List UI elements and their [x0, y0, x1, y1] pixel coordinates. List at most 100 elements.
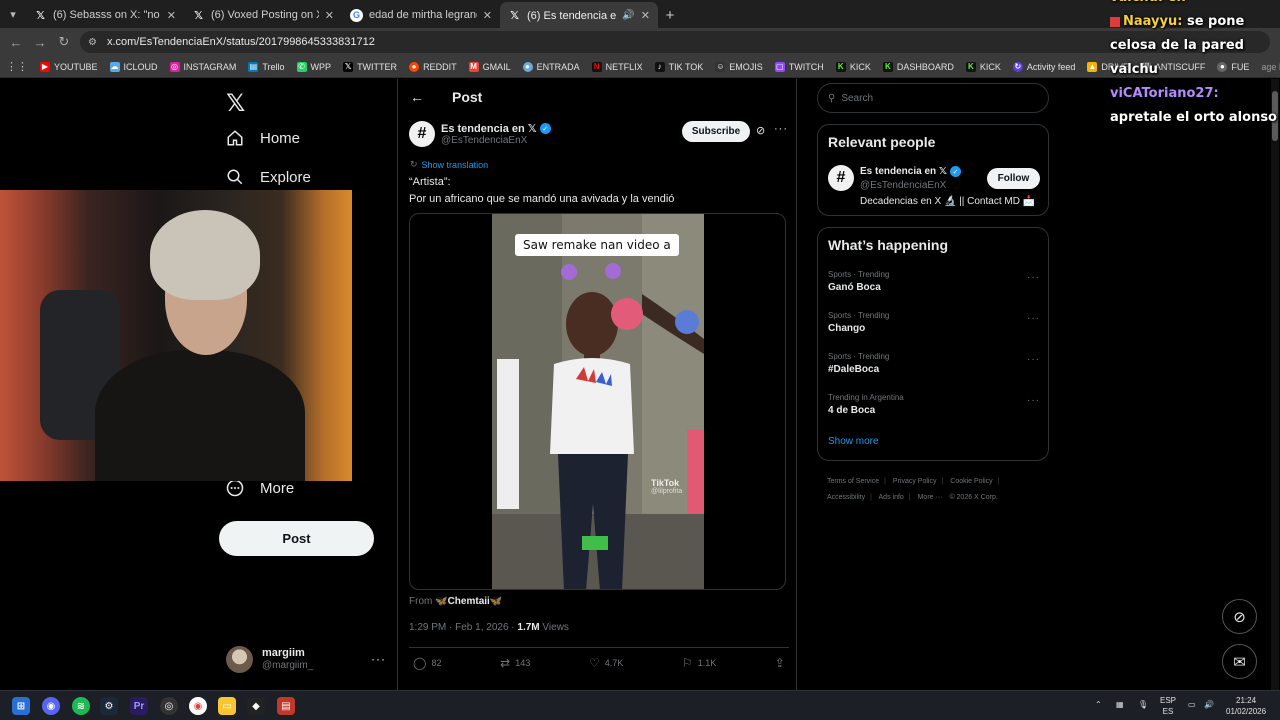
relevant-name-row[interactable]: Es tendencia en 𝕏 ✓ [860, 166, 961, 177]
bookmark[interactable]: M GMAIL [468, 61, 511, 72]
grok-icon[interactable]: ⊘ [756, 124, 765, 137]
browser-tab[interactable]: 𝕏 (6) Sebasss on X: "no dejen mo ✕ [26, 2, 184, 28]
bookmark[interactable]: ◎ INSTAGRAM [169, 61, 236, 72]
apps-grid-icon[interactable]: ⋮⋮ [6, 60, 28, 73]
chrome-icon[interactable]: ◉ [189, 697, 207, 715]
bookmark[interactable]: N NETFLIX [591, 61, 643, 72]
bookmark[interactable]: ↻ Activity feed [1012, 61, 1075, 72]
trend-item[interactable]: Sports · Trending Chango ··· [828, 311, 1040, 334]
share-button[interactable]: ⇪ [775, 656, 785, 670]
bookmark[interactable]: 𝕏 TWITTER [343, 61, 397, 72]
more-dots-icon[interactable]: ··· [774, 123, 788, 135]
footer-link[interactable]: Terms of Service [827, 478, 879, 485]
system-clock[interactable]: 21:24 01/02/2026 [1226, 695, 1266, 717]
search-input[interactable]: ⚲ Search [817, 83, 1049, 113]
post-media[interactable]: Saw remake nan video a TikTok @lilprofit… [409, 213, 786, 590]
windows-start-icon[interactable]: ⊞ [12, 697, 30, 715]
post-timestamp[interactable]: 1:29 PM · Feb 1, 2026 · [409, 622, 515, 633]
discord-icon[interactable]: ◉ [42, 697, 60, 715]
bookmark[interactable]: ▶ YOUTUBE [40, 61, 98, 72]
premiere-icon[interactable]: Pr [130, 697, 148, 715]
back-arrow-icon[interactable]: ← [4, 30, 28, 54]
steam-icon[interactable]: ⚙ [100, 697, 118, 715]
subscribe-button[interactable]: Subscribe [682, 121, 750, 142]
author-name-row[interactable]: Es tendencia en 𝕏 ✓ [441, 122, 551, 135]
bookmark[interactable]: ✆ WPP [296, 61, 332, 72]
video-player[interactable]: Saw remake nan video a TikTok @lilprofit… [492, 214, 704, 589]
messages-floating-button[interactable]: ✉ [1222, 644, 1257, 679]
app-icon[interactable]: ▤ [277, 697, 295, 715]
tab-search-chevron-icon[interactable]: ▾ [0, 0, 26, 28]
follow-button[interactable]: Follow [987, 168, 1040, 189]
tray-overflow-icon[interactable]: ⌃ [1095, 699, 1102, 710]
close-tab-icon[interactable]: ✕ [483, 9, 492, 22]
grok-floating-button[interactable]: ⊘ [1222, 599, 1257, 634]
bookmark[interactable]: ▢ TWITCH [774, 61, 824, 72]
reload-icon[interactable]: ↻ [52, 30, 76, 54]
like-button[interactable]: ♡ 4.7K [589, 656, 623, 670]
footer-link[interactable]: Ads info [879, 494, 904, 501]
more-dots-icon[interactable]: ··· [371, 652, 386, 666]
nav-more[interactable]: More [226, 479, 294, 497]
page-scrollbar[interactable] [1271, 79, 1279, 690]
account-switcher[interactable]: margiim @margiim_ ··· [226, 643, 386, 675]
volume-icon[interactable]: 🔊 [1204, 699, 1214, 710]
show-more-link[interactable]: Show more [828, 436, 879, 447]
browser-tab[interactable]: 𝕏 (6) Voxed Posting on X: "https:/ ✕ [184, 2, 342, 28]
close-tab-icon[interactable]: ✕ [167, 9, 176, 22]
reply-button[interactable]: ◯ 82 [413, 656, 441, 670]
site-info-icon[interactable]: ⚙ [88, 37, 97, 48]
author-avatar[interactable]: # [409, 121, 435, 147]
show-translation-link[interactable]: ↻ Show translation [410, 159, 488, 170]
bookmark[interactable]: ♪ TIK TOK [654, 61, 703, 72]
more-dots-icon[interactable]: ··· [1027, 313, 1040, 324]
input-language[interactable]: ESP ES [1160, 695, 1176, 717]
footer-link[interactable]: Accessibility [827, 494, 865, 501]
network-icon[interactable]: ▭ [1188, 699, 1196, 710]
x-logo-icon[interactable]: 𝕏 [226, 89, 245, 118]
bookmark[interactable]: ● REDDIT [409, 61, 457, 72]
close-tab-icon[interactable]: ✕ [641, 9, 650, 22]
more-dots-icon[interactable]: ··· [1027, 395, 1040, 406]
source-user-link[interactable]: 🦋Chemtaii🦋 [435, 596, 502, 607]
bookmark-label: WPP [310, 61, 332, 72]
microphone-icon[interactable]: 🎙 [1138, 699, 1148, 710]
audio-playing-icon[interactable]: 🔊 [622, 10, 634, 21]
bookmark[interactable]: ☺ EMOJIS [715, 61, 763, 72]
url-field[interactable]: ⚙ x.com/EsTendenciaEnX/status/2017998645… [80, 31, 1270, 53]
repost-button[interactable]: ⇄ 143 [500, 656, 530, 670]
back-arrow-icon[interactable]: ← [410, 89, 424, 105]
bookmark[interactable]: K KICK [965, 61, 1001, 72]
tray-app-icon[interactable]: ▦ [1116, 699, 1124, 710]
nav-explore[interactable]: Explore [226, 168, 311, 186]
bookmark[interactable]: K KICK [835, 61, 871, 72]
obs-icon[interactable]: ◎ [160, 697, 178, 715]
browser-tab[interactable]: G edad de mirtha legrand - Busca ✕ [342, 2, 500, 28]
close-tab-icon[interactable]: ✕ [325, 9, 334, 22]
trend-item[interactable]: Sports · Trending #DaleBoca ··· [828, 352, 1040, 375]
bookmark[interactable]: ☁ ICLOUD [109, 61, 158, 72]
trend-item[interactable]: Sports · Trending Ganó Boca ··· [828, 270, 1040, 293]
forward-arrow-icon[interactable]: → [28, 30, 52, 54]
nav-home[interactable]: Home [226, 129, 300, 147]
footer-link[interactable]: More ··· [918, 494, 943, 501]
spotify-icon[interactable]: ≋ [72, 697, 90, 715]
bookmark[interactable]: ● ENTRADA [522, 61, 580, 72]
author-handle[interactable]: @EsTendenciaEnX [441, 135, 527, 146]
file-explorer-icon[interactable]: ▭ [218, 697, 236, 715]
relevant-handle[interactable]: @EsTendenciaEnX [860, 180, 946, 191]
app-icon[interactable]: ◆ [247, 697, 265, 715]
footer-link[interactable]: Privacy Policy [893, 478, 937, 485]
relevant-avatar[interactable]: # [828, 165, 854, 191]
more-dots-icon[interactable]: ··· [1027, 354, 1040, 365]
browser-tab-active[interactable]: 𝕏 (6) Es tendencia en 𝕏 on X: 🔊 ✕ [500, 2, 658, 28]
trend-item[interactable]: Trending in Argentina 4 de Boca ··· [828, 393, 1040, 416]
bookmark[interactable]: K DASHBOARD [882, 61, 954, 72]
bookmark[interactable]: ▤ Trello [248, 61, 285, 72]
bookmark-button[interactable]: ⚐ 1.1K [682, 656, 716, 670]
footer-link[interactable]: Cookie Policy [950, 478, 992, 485]
post-button[interactable]: Post [219, 521, 374, 556]
x-logo-icon: 𝕏 [194, 9, 203, 22]
new-tab-button[interactable]: + [658, 2, 682, 28]
more-dots-icon[interactable]: ··· [1027, 272, 1040, 283]
